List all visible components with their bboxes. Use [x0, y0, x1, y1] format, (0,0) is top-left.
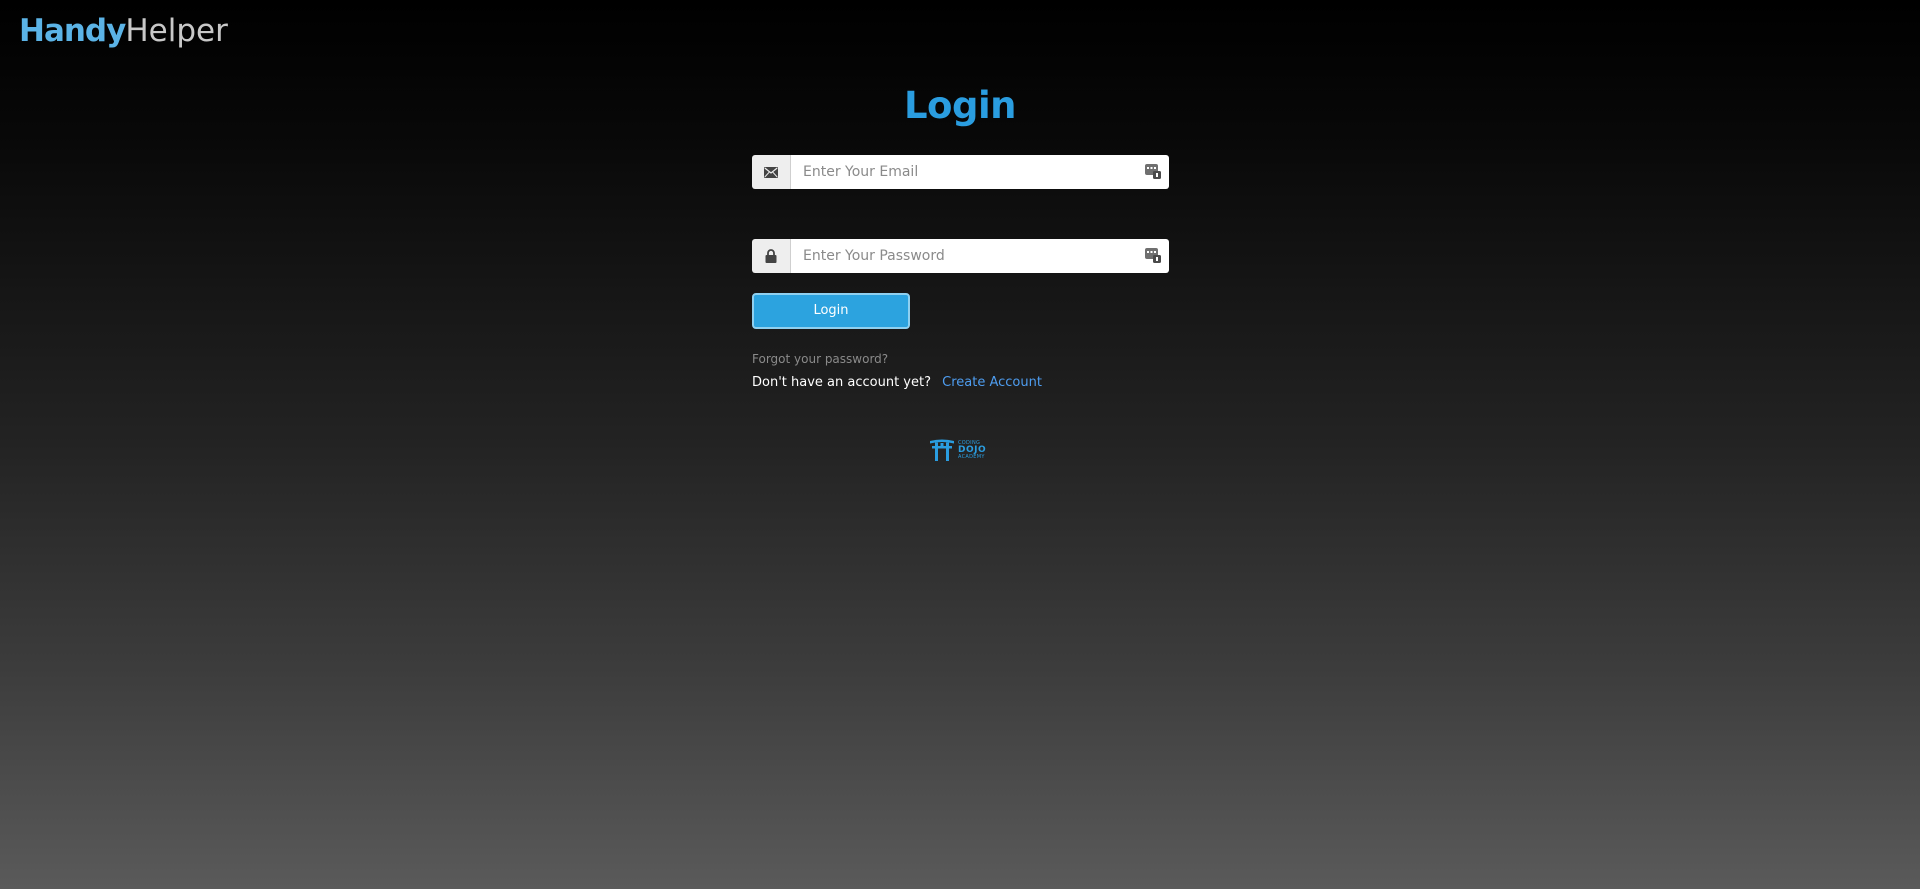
password-manager-icon[interactable]	[1145, 247, 1161, 263]
brand-name-bold: Handy	[19, 13, 126, 49]
page-title: Login	[903, 84, 1017, 127]
coding-dojo-wordmark: CODING DOJO ACADEMY	[958, 440, 986, 460]
envelope-icon	[764, 166, 778, 178]
brand-name-light: Helper	[125, 13, 228, 49]
brand-logo[interactable]: HandyHelper	[19, 11, 228, 51]
email-input-wrapper	[791, 155, 1169, 189]
torii-gate-icon	[930, 439, 954, 461]
forgot-password-link[interactable]: Forgot your password?	[752, 350, 888, 368]
password-input[interactable]	[791, 239, 1169, 273]
create-account-link[interactable]: Create Account	[942, 375, 1042, 390]
password-input-wrapper	[791, 239, 1169, 273]
coding-dojo-logo: CODING DOJO ACADEMY	[930, 438, 992, 462]
password-input-group	[752, 239, 1169, 273]
logo-line-academy: ACADEMY	[958, 453, 985, 460]
email-input-group	[752, 155, 1169, 189]
signup-row: Don't have an account yet? Create Accoun…	[752, 374, 1042, 392]
password-addon	[752, 239, 791, 273]
email-addon	[752, 155, 791, 189]
password-manager-icon[interactable]	[1145, 163, 1161, 179]
login-button[interactable]: Login	[752, 293, 910, 329]
lock-icon	[765, 249, 777, 263]
signup-prompt: Don't have an account yet?	[752, 375, 931, 390]
email-input[interactable]	[791, 155, 1169, 189]
